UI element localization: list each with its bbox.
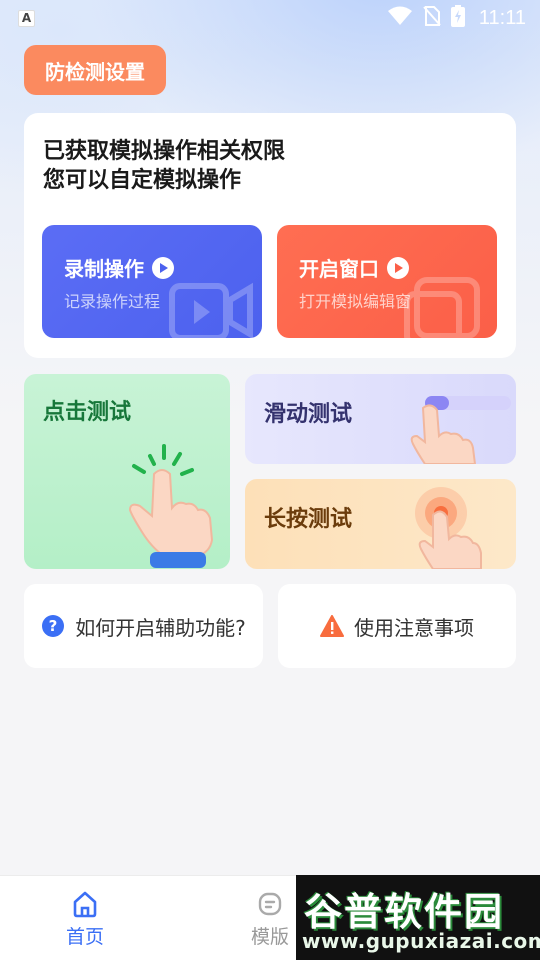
- video-camera-icon: [169, 282, 253, 338]
- nav-item-home[interactable]: 首页: [66, 890, 104, 949]
- long-press-hand-icon: [415, 487, 482, 569]
- watermark-title: 谷普软件园: [304, 890, 505, 934]
- no-sim-icon: [423, 6, 441, 30]
- permission-card: 已获取模拟操作相关权限 您可以自定模拟操作 录制操作 记录操作过程 开启窗口 打…: [24, 113, 516, 358]
- open-window-title: 开启窗口: [299, 257, 379, 281]
- template-icon: [258, 892, 282, 916]
- long-press-test-card[interactable]: 长按测试: [245, 479, 516, 569]
- swipe-test-label: 滑动测试: [264, 402, 353, 427]
- window-stack-icon: [404, 277, 480, 338]
- usage-notes-button[interactable]: 使用注意事项: [278, 584, 516, 668]
- record-operation-title: 录制操作: [64, 257, 144, 281]
- wifi-icon: [387, 6, 413, 30]
- notification-app-icon: A: [18, 9, 35, 27]
- svg-text:?: ?: [49, 617, 58, 635]
- permission-title-line2: 您可以自定模拟操作: [43, 168, 242, 193]
- swipe-hand-icon: [410, 396, 511, 464]
- watermark-url: www.gupuxiazai.com: [302, 929, 540, 953]
- nav-template-label: 模版: [251, 926, 290, 948]
- swipe-test-card[interactable]: 滑动测试: [245, 374, 516, 464]
- record-operation-subtitle: 记录操作过程: [64, 292, 161, 311]
- warning-icon: [320, 615, 344, 637]
- status-time: 11:11: [478, 6, 526, 29]
- question-circle-icon: ?: [42, 615, 65, 637]
- status-bar: A 11:11: [0, 0, 540, 36]
- click-test-label: 点击测试: [43, 400, 132, 425]
- usage-notes-label: 使用注意事项: [354, 615, 474, 640]
- accessibility-help-label: 如何开启辅助功能?: [75, 615, 246, 640]
- permission-title: 已获取模拟操作相关权限 您可以自定模拟操作: [43, 137, 285, 195]
- open-window-card[interactable]: 开启窗口 打开模拟编辑窗: [277, 225, 497, 338]
- tap-hand-icon: [128, 444, 214, 568]
- click-test-card[interactable]: 点击测试: [24, 374, 230, 569]
- watermark-overlay: 谷普软件园 www.gupuxiazai.com: [296, 875, 540, 960]
- nav-item-template[interactable]: 模版: [251, 890, 289, 949]
- anti-detect-settings-button[interactable]: 防检测设置: [24, 45, 166, 95]
- record-operation-card[interactable]: 录制操作 记录操作过程: [42, 225, 262, 338]
- permission-title-line1: 已获取模拟操作相关权限: [43, 139, 286, 164]
- home-icon: [73, 891, 97, 918]
- nav-home-label: 首页: [66, 926, 105, 948]
- long-press-test-label: 长按测试: [264, 507, 353, 532]
- accessibility-help-button[interactable]: ? 如何开启辅助功能?: [24, 584, 263, 668]
- battery-charging-icon: [450, 5, 465, 31]
- open-window-subtitle: 打开模拟编辑窗: [299, 292, 412, 311]
